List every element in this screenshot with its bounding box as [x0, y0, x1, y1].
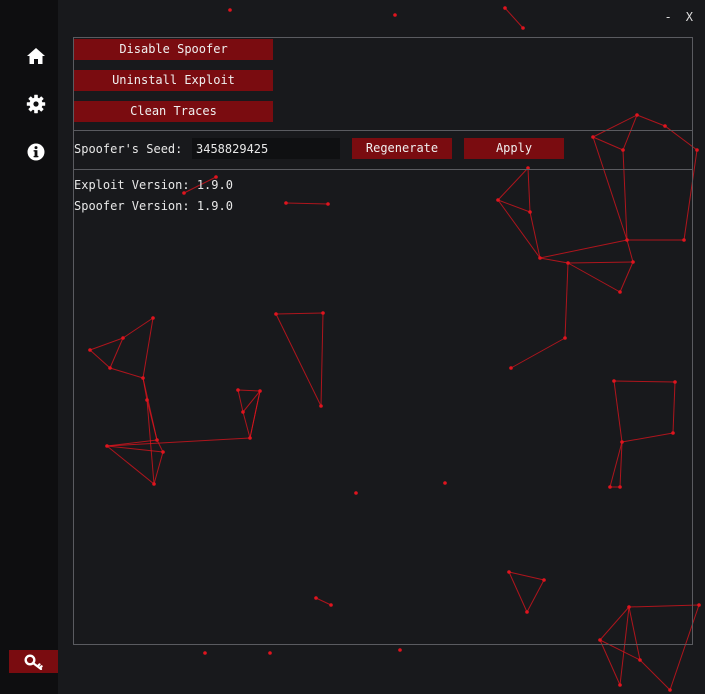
particle-dot	[503, 6, 507, 10]
particle-dot	[268, 651, 272, 655]
window-controls: - X	[665, 10, 693, 24]
particle-dot	[618, 683, 622, 687]
particle-dot	[398, 648, 402, 652]
uninstall-exploit-button[interactable]: Uninstall Exploit	[74, 70, 273, 91]
particle-link	[504, 7, 524, 29]
gear-icon[interactable]	[22, 90, 50, 118]
exploit-version-label: Exploit Version: 1.9.0	[74, 178, 233, 192]
seed-input[interactable]	[192, 138, 340, 159]
sidebar	[0, 0, 58, 694]
minimize-button[interactable]: -	[665, 10, 672, 24]
spoofer-version-label: Spoofer Version: 1.9.0	[74, 199, 233, 213]
apply-button[interactable]: Apply	[464, 138, 564, 159]
particle-link	[599, 639, 621, 686]
particle-dot	[697, 603, 701, 607]
key-button[interactable]	[9, 650, 58, 673]
particle-dot	[638, 658, 642, 662]
main-panel: Disable Spoofer Uninstall Exploit Clean …	[73, 37, 693, 645]
particle-dot	[228, 8, 232, 12]
key-icon	[23, 653, 43, 670]
particle-dot	[668, 688, 672, 692]
divider-top	[74, 130, 692, 131]
seed-label: Spoofer's Seed:	[74, 142, 183, 156]
info-icon[interactable]	[22, 138, 50, 166]
particle-dot	[695, 148, 699, 152]
disable-spoofer-button[interactable]: Disable Spoofer	[74, 39, 273, 60]
particle-link	[639, 659, 671, 691]
particle-dot	[393, 13, 397, 17]
home-icon[interactable]	[22, 42, 50, 70]
close-button[interactable]: X	[686, 10, 693, 24]
particle-dot	[521, 26, 525, 30]
clean-traces-button[interactable]: Clean Traces	[74, 101, 273, 122]
regenerate-button[interactable]: Regenerate	[352, 138, 452, 159]
particle-dot	[203, 651, 207, 655]
divider-bottom	[74, 169, 692, 170]
